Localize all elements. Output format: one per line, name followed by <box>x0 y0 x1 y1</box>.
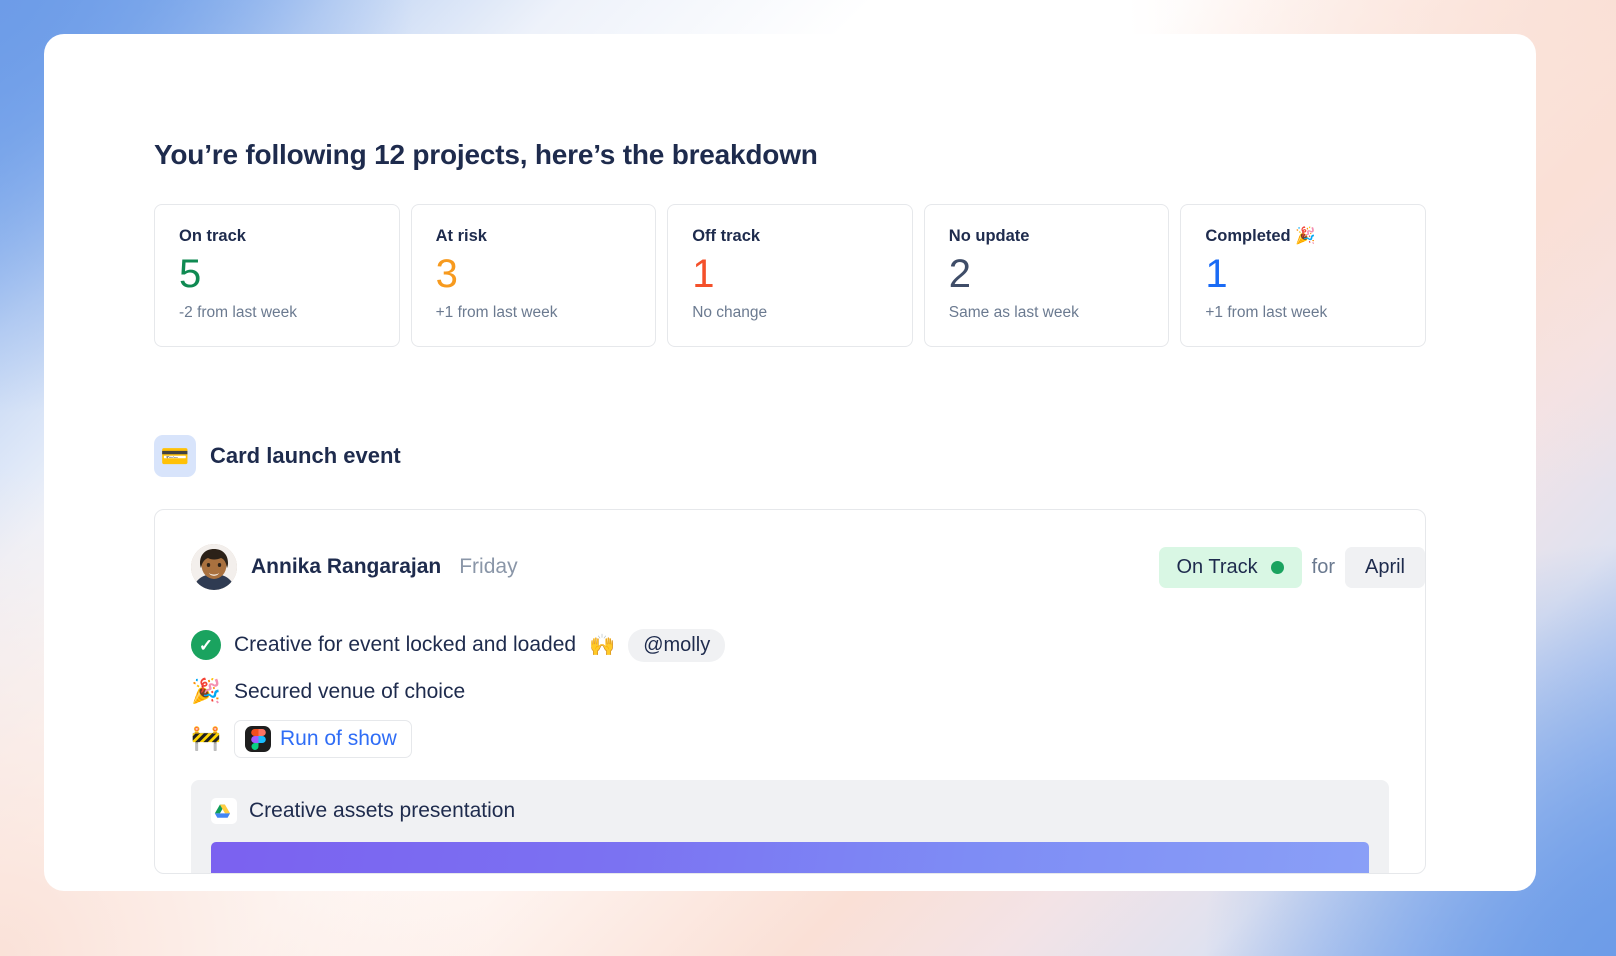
project-title: Card launch event <box>210 443 401 468</box>
stat-value: 1 <box>692 252 714 296</box>
project-header[interactable]: 💳 Card launch event <box>154 435 1426 477</box>
status-for-label: for <box>1311 555 1335 578</box>
status-breakdown-row: On track 5 -2 from last week At risk 3 +… <box>154 204 1426 347</box>
app-window: You’re following 12 projects, here’s the… <box>44 34 1536 891</box>
update-bullet-list: ✓ Creative for event locked and loaded 🙌… <box>191 626 1389 758</box>
figma-icon <box>245 726 271 752</box>
attachment-header: Creative assets presentation <box>211 798 1369 824</box>
check-glyph: ✓ <box>191 630 221 660</box>
party-popper-emoji: 🎉 <box>191 678 221 705</box>
status-block: On Track for April <box>1158 546 1425 588</box>
status-dot-icon <box>1270 560 1284 574</box>
google-drive-icon <box>211 798 237 824</box>
status-update-header: Annika Rangarajan Friday On Track for Ap… <box>155 544 1425 758</box>
month-badge[interactable]: April <box>1344 546 1425 588</box>
raising-hands-emoji: 🙌 <box>589 633 616 657</box>
stat-value: 2 <box>948 252 971 296</box>
stat-label: Completed 🎉 <box>1205 227 1316 245</box>
attachment-preview[interactable] <box>211 842 1369 873</box>
stat-card-at-risk[interactable]: At risk 3 +1 from last week <box>410 204 657 347</box>
attachment-block[interactable]: Creative assets presentation <box>191 780 1389 873</box>
bullet-text: Secured venue of choice <box>234 680 466 703</box>
link-label: Run of show <box>280 727 397 750</box>
main-content: You’re following 12 projects, here’s the… <box>44 34 1536 874</box>
author-block[interactable]: Annika Rangarajan Friday <box>191 544 518 590</box>
stat-value: 5 <box>179 252 201 296</box>
figma-link-chip[interactable]: Run of show <box>234 720 412 758</box>
stat-delta: No change <box>692 304 768 321</box>
status-update-card: Annika Rangarajan Friday On Track for Ap… <box>154 509 1426 874</box>
page-title: You’re following 12 projects, here’s the… <box>154 139 818 170</box>
stat-label: At risk <box>435 227 487 245</box>
list-item: 🎉 Secured venue of choice <box>191 673 1389 711</box>
stat-delta: +1 from last week <box>435 304 558 321</box>
bullet-text: Creative for event locked and loaded <box>234 633 577 656</box>
avatar <box>191 544 237 590</box>
check-circle-icon: ✓ <box>191 630 221 660</box>
stat-label: No update <box>948 227 1030 245</box>
status-badge[interactable]: On Track <box>1158 546 1302 588</box>
stat-card-off-track[interactable]: Off track 1 No change <box>667 204 913 347</box>
attachment-title: Creative assets presentation <box>249 799 516 822</box>
stat-card-on-track[interactable]: On track 5 -2 from last week <box>154 204 400 347</box>
credit-card-icon: 💳 <box>154 435 196 477</box>
stat-label: On track <box>179 227 246 245</box>
mention-chip[interactable]: @molly <box>628 628 726 662</box>
update-day: Friday <box>459 555 518 578</box>
author-name: Annika Rangarajan <box>251 555 442 578</box>
stat-delta: Same as last week <box>948 304 1079 321</box>
stat-label: Off track <box>692 227 761 245</box>
stat-card-completed[interactable]: Completed 🎉 1 +1 from last week <box>1180 204 1426 347</box>
status-label: On Track <box>1176 555 1258 578</box>
list-item: ✓ Creative for event locked and loaded 🙌… <box>191 626 1389 664</box>
construction-emoji: 🚧 <box>191 725 221 752</box>
stat-card-no-update[interactable]: No update 2 Same as last week <box>923 204 1170 347</box>
list-item: 🚧 Run of show <box>191 720 1389 758</box>
stat-value: 3 <box>435 252 458 296</box>
stat-value: 1 <box>1205 252 1228 296</box>
stat-delta: +1 from last week <box>1205 304 1328 321</box>
stat-delta: -2 from last week <box>179 304 298 321</box>
